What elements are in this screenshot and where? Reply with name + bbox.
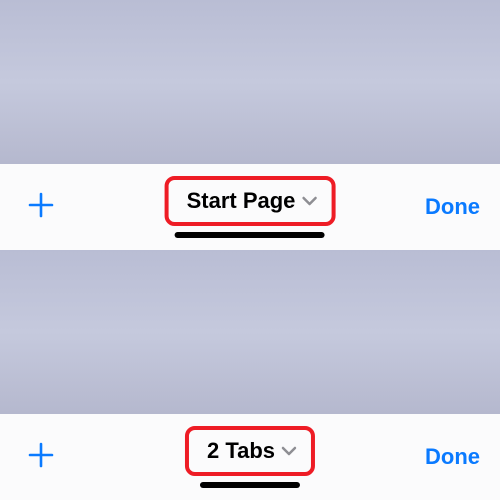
tab-overview-panel-2: 2 Tabs Done	[0, 250, 500, 500]
done-button[interactable]: Done	[425, 194, 480, 220]
tab-overview-panel-1: Start Page Done	[0, 0, 500, 250]
bottom-toolbar: Start Page Done	[0, 164, 500, 250]
background-area	[0, 250, 500, 414]
chevron-down-icon	[281, 446, 297, 456]
new-tab-button[interactable]	[28, 440, 54, 474]
chevron-down-icon	[301, 196, 317, 206]
plus-icon	[28, 192, 54, 218]
home-indicator	[200, 482, 300, 488]
bottom-toolbar: 2 Tabs Done	[0, 414, 500, 500]
new-tab-button[interactable]	[28, 190, 54, 224]
done-button[interactable]: Done	[425, 444, 480, 470]
plus-icon	[28, 442, 54, 468]
tab-group-selector[interactable]: Start Page	[165, 176, 336, 226]
tab-group-label: Start Page	[187, 188, 296, 214]
tab-group-selector-wrap: Start Page	[165, 176, 336, 238]
tab-group-selector-wrap: 2 Tabs	[185, 426, 315, 488]
tab-group-selector[interactable]: 2 Tabs	[185, 426, 315, 476]
home-indicator	[175, 232, 325, 238]
background-area	[0, 0, 500, 164]
tab-group-label: 2 Tabs	[207, 438, 275, 464]
